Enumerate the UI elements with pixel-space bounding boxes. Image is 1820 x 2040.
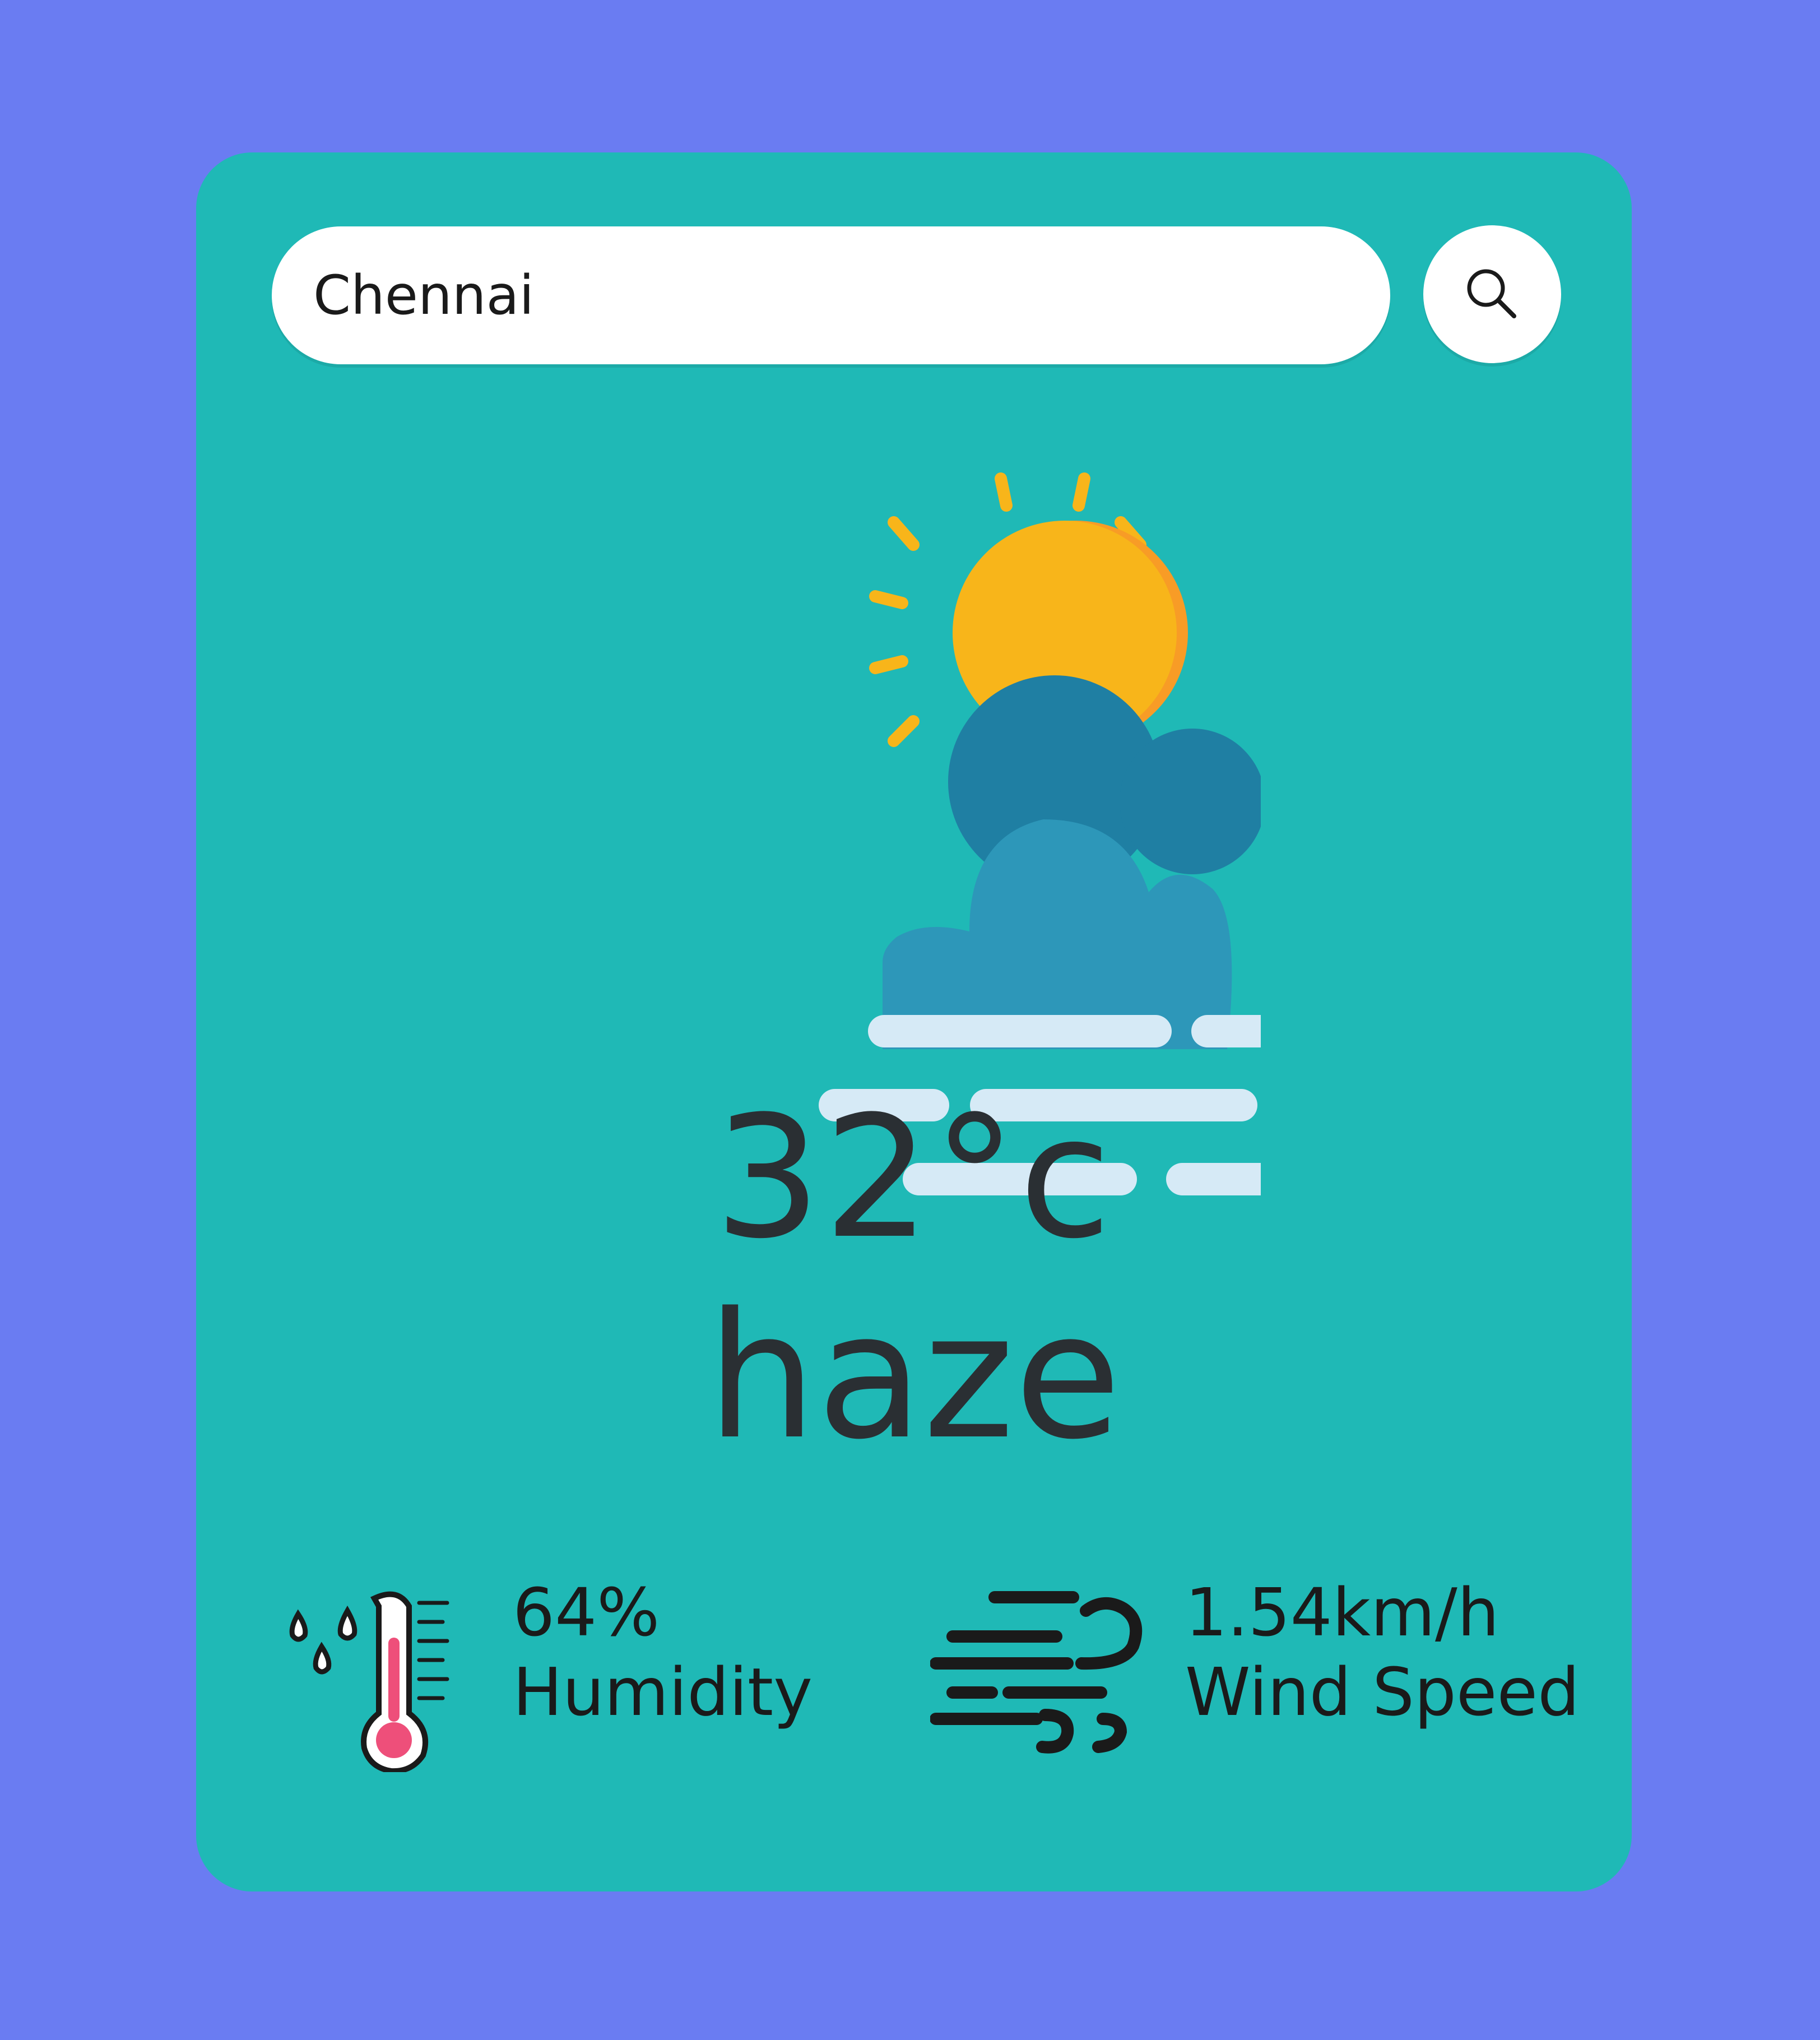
search-button[interactable]	[1423, 225, 1561, 363]
weather-card: Chennai 32°c haze 64% Humidity 1.54km/h …	[196, 152, 1632, 1891]
wind-info: 1.54km/h Wind Speed	[1185, 1573, 1580, 1732]
humidity-label: Humidity	[513, 1653, 813, 1731]
weather-condition: haze	[707, 1276, 1121, 1478]
humidity-thermometer-icon	[289, 1591, 449, 1772]
humidity-value: 64%	[513, 1574, 660, 1651]
wind-speed-value: 1.54km/h	[1185, 1574, 1499, 1651]
wind-icon	[930, 1591, 1143, 1754]
temperature: 32°c	[714, 1080, 1114, 1276]
search-input-value: Chennai	[313, 264, 535, 327]
search-icon	[1467, 269, 1516, 318]
search-input[interactable]: Chennai	[272, 226, 1390, 364]
humidity-info: 64% Humidity	[513, 1573, 812, 1732]
wind-speed-label: Wind Speed	[1185, 1653, 1580, 1731]
